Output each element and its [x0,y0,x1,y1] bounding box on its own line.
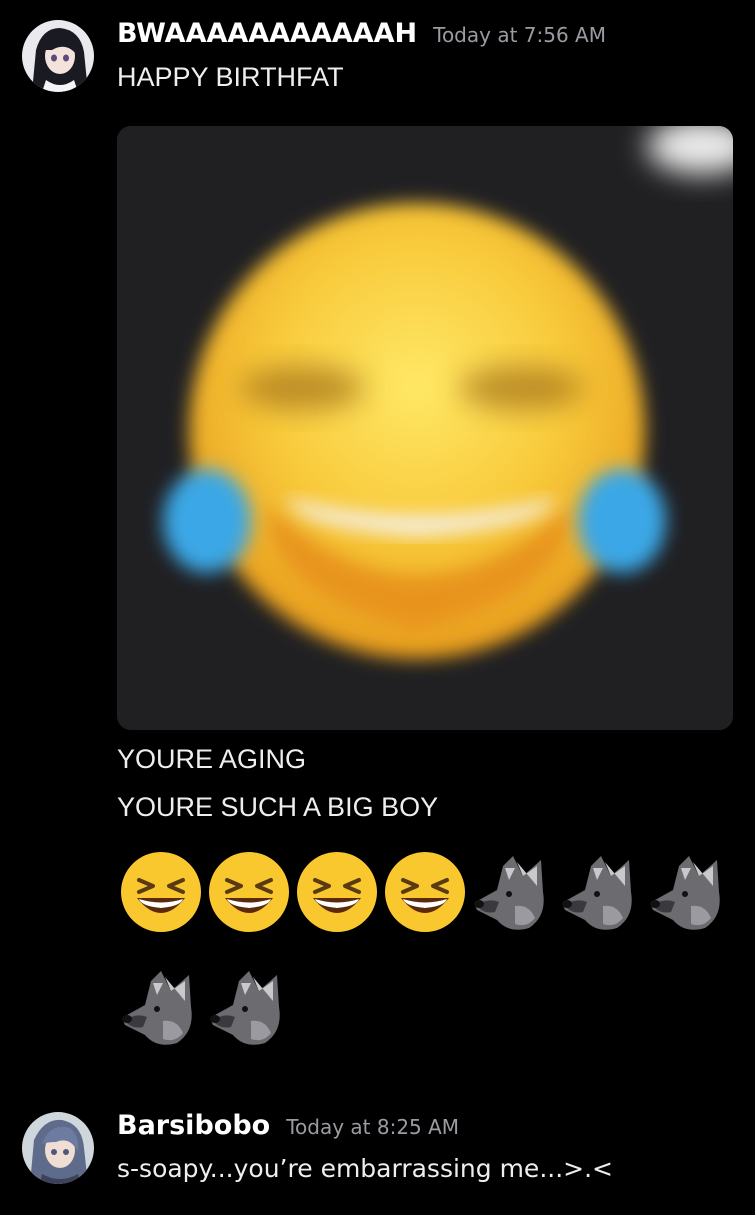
wolf-face-icon [645,846,733,934]
message-header: Barsibobo Today at 8:25 AM [117,1110,459,1150]
message-text: YOURE SUCH A BIG BOY [117,792,439,822]
grinning-squinting-face-icon [381,846,469,934]
image-attachment[interactable] [117,126,733,730]
wolf-face-icon [469,846,557,934]
wolf-face-icon [117,961,205,1049]
username[interactable]: Barsibobo [117,1110,270,1141]
message-text: HAPPY BIRTHFAT [117,62,344,92]
grinning-squinting-face-icon [117,846,205,934]
grinning-squinting-face-icon [293,846,381,934]
wolf-face-icon [205,961,293,1049]
emoji-row [117,961,293,1049]
username[interactable]: BWAAAAAAAAAAAH [117,18,417,49]
anime-boy-avatar[interactable] [22,1112,94,1184]
grinning-squinting-face-icon [205,846,293,934]
anime-girl-avatar[interactable] [22,20,94,92]
message-text: YOURE AGING [117,744,307,774]
emoji-row [117,846,733,934]
message-text: s-soapy...you’re embarrassing me...>.< [117,1154,613,1183]
message-header: BWAAAAAAAAAAAH Today at 7:56 AM [117,18,606,58]
wolf-face-icon [557,846,645,934]
face-with-tears-of-joy-image-icon [117,126,733,730]
timestamp: Today at 7:56 AM [433,23,606,47]
timestamp: Today at 8:25 AM [286,1115,460,1139]
